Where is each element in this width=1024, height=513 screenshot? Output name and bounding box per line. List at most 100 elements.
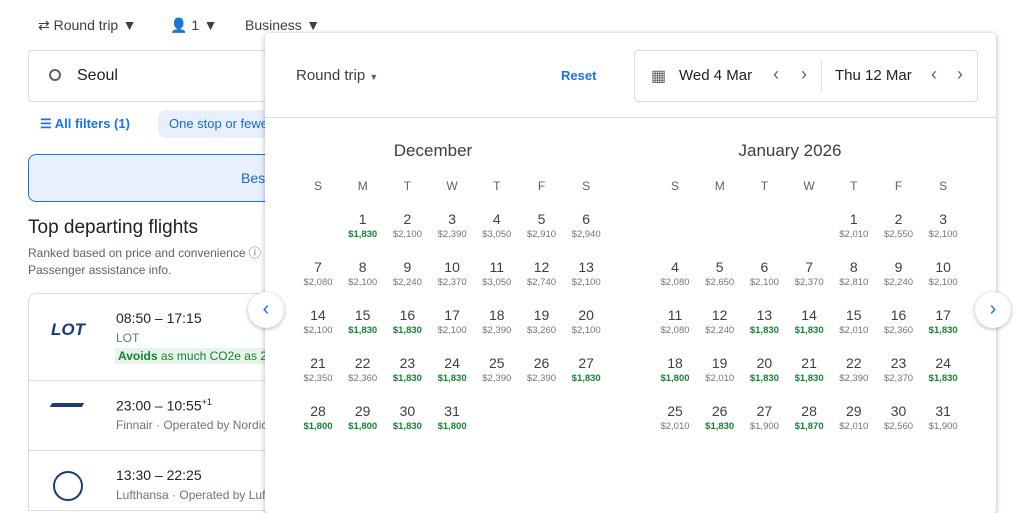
calendar-day[interactable]: 7 $2,370 [787, 259, 831, 288]
popup-trip-select[interactable]: Round trip ▼ [296, 67, 378, 84]
reset-button[interactable]: Reset [561, 68, 596, 83]
passengers-select[interactable]: 👤 1 ▼ [170, 17, 217, 35]
weekday-label: T [493, 179, 501, 193]
date-picker-dialog: Round trip ▼ Reset ▦ Wed 4 Mar ‹ › Thu 1… [265, 33, 996, 513]
calendar-day[interactable]: 18 $1,800 [653, 355, 697, 384]
day-price: $1,870 [794, 421, 824, 432]
calendar-day[interactable]: 6 $2,940 [564, 211, 608, 240]
day-number: 9 [894, 259, 903, 275]
calendar-day[interactable]: 19 $2,010 [698, 355, 742, 384]
calendar-day[interactable]: 5 $2,910 [520, 211, 564, 240]
day-number: 14 [310, 307, 326, 323]
return-date[interactable]: Thu 12 Mar [835, 67, 912, 84]
calendar-day[interactable]: 9 $2,240 [877, 259, 921, 288]
calendar-day[interactable]: 19 $3,260 [520, 307, 564, 336]
return-prev-icon[interactable]: ‹ [931, 64, 937, 85]
calendar-day[interactable]: 27 $1,830 [564, 355, 608, 384]
day-price: $1,830 [794, 373, 824, 384]
day-price: $2,370 [794, 277, 824, 288]
calendar-day[interactable]: 23 $1,830 [385, 355, 429, 384]
calendar-day[interactable]: 1 $1,830 [341, 211, 385, 240]
tab-best[interactable]: Best [28, 154, 288, 202]
calendar-day[interactable]: 10 $2,370 [430, 259, 474, 288]
calendar-day[interactable]: 14 $1,830 [787, 307, 831, 336]
day-number: 4 [671, 259, 679, 275]
origin-circle-icon [49, 69, 61, 81]
calendar-day[interactable]: 29 $1,800 [341, 403, 385, 432]
calendar-day[interactable]: 26 $2,390 [520, 355, 564, 384]
calendar-day[interactable]: 18 $2,390 [475, 307, 519, 336]
calendar-day[interactable]: 22 $2,390 [832, 355, 876, 384]
calendar-day[interactable]: 14 $2,100 [296, 307, 340, 336]
day-price: $2,910 [526, 229, 557, 240]
depart-prev-icon[interactable]: ‹ [773, 64, 779, 85]
calendar-day[interactable]: 3 $2,100 [921, 211, 965, 240]
day-price: $1,830 [437, 373, 467, 384]
calendar-day[interactable]: 20 $1,830 [742, 355, 786, 384]
calendar-day[interactable]: 12 $2,240 [698, 307, 742, 336]
calendar-day[interactable]: 6 $2,100 [742, 259, 786, 288]
calendar-day[interactable]: 11 $2,080 [653, 307, 697, 336]
departure-date[interactable]: Wed 4 Mar [679, 67, 752, 84]
calendar-day[interactable]: 7 $2,080 [296, 259, 340, 288]
calendar-day[interactable]: 16 $2,360 [877, 307, 921, 336]
calendar-day[interactable]: 20 $2,100 [564, 307, 608, 336]
calendar-day[interactable]: 31 $1,800 [430, 403, 474, 432]
calendar-day[interactable]: 26 $1,830 [698, 403, 742, 432]
calendar-day[interactable]: 23 $2,370 [877, 355, 921, 384]
day-number: 17 [444, 307, 460, 323]
calendar-day[interactable]: 2 $2,100 [385, 211, 429, 240]
calendar-day[interactable]: 4 $2,080 [653, 259, 697, 288]
calendar-day[interactable]: 15 $1,830 [341, 307, 385, 336]
calendar-day[interactable]: 5 $2,650 [698, 259, 742, 288]
calendar-day[interactable]: 2 $2,550 [877, 211, 921, 240]
passenger-assistance-link[interactable]: Passenger assistance [28, 263, 145, 277]
calendar-day[interactable]: 31 $1,900 [921, 403, 965, 432]
calendar-day[interactable]: 16 $1,830 [385, 307, 429, 336]
calendar-day[interactable]: 8 $2,810 [832, 259, 876, 288]
depart-next-icon[interactable]: › [801, 64, 807, 85]
next-month-button[interactable]: › [975, 292, 1011, 328]
calendar-day[interactable]: 27 $1,900 [742, 403, 786, 432]
flight-row[interactable]: 13:30 – 22:25 Lufthansa · Operated by Lu… [28, 451, 348, 511]
return-next-icon[interactable]: › [957, 64, 963, 85]
calendar-day[interactable]: 30 $1,830 [385, 403, 429, 432]
calendar-day[interactable]: 29 $2,010 [832, 403, 876, 432]
flight-row[interactable]: 23:00 – 10:55+1 Finnair · Operated by No… [28, 381, 360, 451]
prev-month-button[interactable]: ‹ [248, 292, 284, 328]
info-icon[interactable]: ⓘ [249, 246, 261, 260]
calendar-day[interactable]: 24 $1,830 [921, 355, 965, 384]
day-number: 6 [760, 259, 769, 275]
calendar-day[interactable]: 1 $2,010 [832, 211, 876, 240]
day-price: $1,830 [348, 325, 378, 336]
results-subtitle: Ranked based on price and convenience ⓘ [28, 246, 261, 260]
calendar-day[interactable]: 12 $2,740 [520, 259, 564, 288]
calendar-day[interactable]: 22 $2,360 [341, 355, 385, 384]
calendar-day[interactable]: 10 $2,100 [921, 259, 965, 288]
origin-input[interactable]: Seoul [28, 50, 288, 102]
calendar-day[interactable]: 30 $2,560 [877, 403, 921, 432]
calendar-day[interactable]: 21 $2,350 [296, 355, 340, 384]
day-number: 29 [354, 403, 371, 419]
calendar-day[interactable]: 3 $2,390 [430, 211, 474, 240]
calendar-day[interactable]: 25 $2,390 [475, 355, 519, 384]
calendar-day[interactable]: 25 $2,010 [653, 403, 697, 432]
day-number: 3 [448, 211, 456, 227]
calendar-day[interactable]: 28 $1,870 [787, 403, 831, 432]
all-filters-button[interactable]: ☰ All filters (1) [40, 116, 130, 132]
calendar-day[interactable]: 4 $3,050 [475, 211, 519, 240]
calendar-day[interactable]: 17 $1,830 [921, 307, 965, 336]
calendar-day[interactable]: 28 $1,800 [296, 403, 340, 432]
calendar-day[interactable]: 13 $2,100 [564, 259, 608, 288]
calendar-day[interactable]: 15 $2,010 [832, 307, 876, 336]
trip-type-select[interactable]: ⇄ Round trip ▼ [38, 17, 137, 35]
calendar-day[interactable]: 21 $1,830 [787, 355, 831, 384]
calendar-day[interactable]: 17 $2,100 [430, 307, 474, 336]
weekday-label: W [446, 179, 458, 193]
calendar-day[interactable]: 24 $1,830 [430, 355, 474, 384]
calendar-day[interactable]: 13 $1,830 [742, 307, 786, 336]
day-price: $1,830 [928, 325, 958, 336]
calendar-day[interactable]: 9 $2,240 [385, 259, 429, 288]
calendar-day[interactable]: 11 $3,050 [475, 259, 519, 288]
calendar-day[interactable]: 8 $2,100 [341, 259, 385, 288]
